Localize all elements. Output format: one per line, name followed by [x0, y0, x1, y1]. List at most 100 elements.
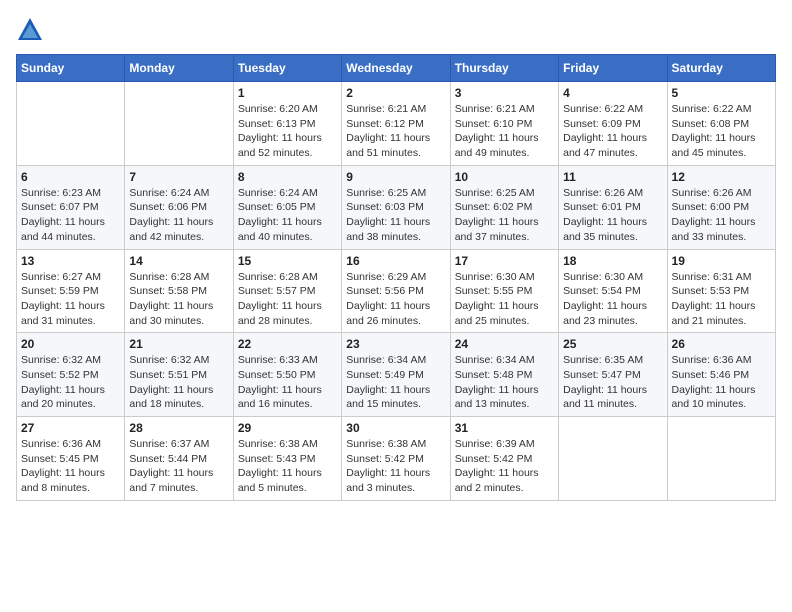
- day-number: 18: [563, 254, 662, 268]
- calendar-cell: 18Sunrise: 6:30 AMSunset: 5:54 PMDayligh…: [559, 249, 667, 333]
- day-info: Sunrise: 6:37 AMSunset: 5:44 PMDaylight:…: [129, 437, 228, 496]
- day-number: 16: [346, 254, 445, 268]
- page-header: [16, 16, 776, 44]
- calendar-cell: 1Sunrise: 6:20 AMSunset: 6:13 PMDaylight…: [233, 82, 341, 166]
- day-number: 15: [238, 254, 337, 268]
- day-number: 31: [455, 421, 554, 435]
- day-number: 27: [21, 421, 120, 435]
- calendar-cell: 17 Sunrise: 6:30 AMSunset: 5:55 PMDayligh…: [450, 249, 558, 333]
- day-number: 4: [563, 86, 662, 100]
- day-number: 6: [21, 170, 120, 184]
- day-number: 1: [238, 86, 337, 100]
- calendar-week-row: 1Sunrise: 6:20 AMSunset: 6:13 PMDaylight…: [17, 82, 776, 166]
- calendar-header-saturday: Saturday: [667, 55, 775, 82]
- calendar-cell: 29Sunrise: 6:38 AMSunset: 5:43 PMDayligh…: [233, 417, 341, 501]
- day-number: 2: [346, 86, 445, 100]
- calendar-cell: [125, 82, 233, 166]
- day-info: Sunrise: 6:24 AMSunset: 6:05 PMDaylight:…: [238, 186, 337, 245]
- calendar-cell: 2 Sunrise: 6:21 AMSunset: 6:12 PMDaylight…: [342, 82, 450, 166]
- day-info: Sunrise: 6:38 AMSunset: 5:42 PMDaylight:…: [346, 437, 445, 496]
- calendar-cell: 19 Sunrise: 6:31 AMSunset: 5:53 PMDayligh…: [667, 249, 775, 333]
- calendar-week-row: 6 Sunrise: 6:23 AMSunset: 6:07 PMDaylight…: [17, 165, 776, 249]
- logo: [16, 16, 48, 44]
- calendar-cell: 28 Sunrise: 6:37 AMSunset: 5:44 PMDayligh…: [125, 417, 233, 501]
- calendar-cell: 23 Sunrise: 6:34 AMSunset: 5:49 PMDayligh…: [342, 333, 450, 417]
- calendar-cell: 12 Sunrise: 6:26 AMSunset: 6:00 PMDayligh…: [667, 165, 775, 249]
- calendar-cell: 21 Sunrise: 6:32 AMSunset: 5:51 PMDayligh…: [125, 333, 233, 417]
- day-info: Sunrise: 6:22 AMSunset: 6:08 PMDaylight:…: [672, 102, 771, 161]
- day-info: Sunrise: 6:32 AMSunset: 5:51 PMDaylight:…: [129, 353, 228, 412]
- day-info: Sunrise: 6:23 AMSunset: 6:07 PMDaylight:…: [21, 186, 120, 245]
- day-number: 3: [455, 86, 554, 100]
- day-number: 11: [563, 170, 662, 184]
- day-number: 24: [455, 337, 554, 351]
- day-info: Sunrise: 6:28 AMSunset: 5:58 PMDaylight:…: [129, 270, 228, 329]
- logo-icon: [16, 16, 44, 44]
- calendar-header-friday: Friday: [559, 55, 667, 82]
- day-info: Sunrise: 6:36 AMSunset: 5:46 PMDaylight:…: [672, 353, 771, 412]
- calendar-week-row: 13 Sunrise: 6:27 AMSunset: 5:59 PMDayligh…: [17, 249, 776, 333]
- calendar-cell: 3 Sunrise: 6:21 AMSunset: 6:10 PMDaylight…: [450, 82, 558, 166]
- day-info: Sunrise: 6:32 AMSunset: 5:52 PMDaylight:…: [21, 353, 120, 412]
- calendar-cell: 22Sunrise: 6:33 AMSunset: 5:50 PMDayligh…: [233, 333, 341, 417]
- calendar-header-sunday: Sunday: [17, 55, 125, 82]
- day-number: 17: [455, 254, 554, 268]
- day-info: Sunrise: 6:26 AMSunset: 6:00 PMDaylight:…: [672, 186, 771, 245]
- day-info: Sunrise: 6:26 AMSunset: 6:01 PMDaylight:…: [563, 186, 662, 245]
- calendar-cell: [559, 417, 667, 501]
- day-info: Sunrise: 6:27 AMSunset: 5:59 PMDaylight:…: [21, 270, 120, 329]
- calendar-cell: 9 Sunrise: 6:25 AMSunset: 6:03 PMDaylight…: [342, 165, 450, 249]
- calendar-cell: 7Sunrise: 6:24 AMSunset: 6:06 PMDaylight…: [125, 165, 233, 249]
- day-number: 23: [346, 337, 445, 351]
- day-number: 12: [672, 170, 771, 184]
- calendar-cell: 30 Sunrise: 6:38 AMSunset: 5:42 PMDayligh…: [342, 417, 450, 501]
- day-number: 21: [129, 337, 228, 351]
- day-info: Sunrise: 6:22 AMSunset: 6:09 PMDaylight:…: [563, 102, 662, 161]
- day-number: 30: [346, 421, 445, 435]
- day-number: 10: [455, 170, 554, 184]
- calendar-cell: [17, 82, 125, 166]
- day-info: Sunrise: 6:38 AMSunset: 5:43 PMDaylight:…: [238, 437, 337, 496]
- calendar-cell: 13 Sunrise: 6:27 AMSunset: 5:59 PMDayligh…: [17, 249, 125, 333]
- day-info: Sunrise: 6:28 AMSunset: 5:57 PMDaylight:…: [238, 270, 337, 329]
- day-info: Sunrise: 6:34 AMSunset: 5:49 PMDaylight:…: [346, 353, 445, 412]
- calendar-cell: 25 Sunrise: 6:35 AMSunset: 5:47 PMDayligh…: [559, 333, 667, 417]
- day-info: Sunrise: 6:35 AMSunset: 5:47 PMDaylight:…: [563, 353, 662, 412]
- calendar-header-tuesday: Tuesday: [233, 55, 341, 82]
- day-info: Sunrise: 6:21 AMSunset: 6:12 PMDaylight:…: [346, 102, 445, 161]
- calendar-cell: 31Sunrise: 6:39 AMSunset: 5:42 PMDayligh…: [450, 417, 558, 501]
- calendar-cell: 11 Sunrise: 6:26 AMSunset: 6:01 PMDayligh…: [559, 165, 667, 249]
- day-info: Sunrise: 6:21 AMSunset: 6:10 PMDaylight:…: [455, 102, 554, 161]
- day-info: Sunrise: 6:36 AMSunset: 5:45 PMDaylight:…: [21, 437, 120, 496]
- calendar-header-wednesday: Wednesday: [342, 55, 450, 82]
- calendar-cell: 27 Sunrise: 6:36 AMSunset: 5:45 PMDayligh…: [17, 417, 125, 501]
- day-number: 9: [346, 170, 445, 184]
- calendar-header-thursday: Thursday: [450, 55, 558, 82]
- calendar-table: SundayMondayTuesdayWednesdayThursdayFrid…: [16, 54, 776, 501]
- calendar-cell: 16Sunrise: 6:29 AMSunset: 5:56 PMDayligh…: [342, 249, 450, 333]
- calendar-header-row: SundayMondayTuesdayWednesdayThursdayFrid…: [17, 55, 776, 82]
- calendar-cell: 20 Sunrise: 6:32 AMSunset: 5:52 PMDayligh…: [17, 333, 125, 417]
- day-number: 25: [563, 337, 662, 351]
- calendar-cell: 6 Sunrise: 6:23 AMSunset: 6:07 PMDaylight…: [17, 165, 125, 249]
- day-info: Sunrise: 6:25 AMSunset: 6:03 PMDaylight:…: [346, 186, 445, 245]
- calendar-cell: [667, 417, 775, 501]
- calendar-cell: 5Sunrise: 6:22 AMSunset: 6:08 PMDaylight…: [667, 82, 775, 166]
- calendar-cell: 14Sunrise: 6:28 AMSunset: 5:58 PMDayligh…: [125, 249, 233, 333]
- day-number: 19: [672, 254, 771, 268]
- day-info: Sunrise: 6:31 AMSunset: 5:53 PMDaylight:…: [672, 270, 771, 329]
- calendar-header-monday: Monday: [125, 55, 233, 82]
- day-number: 28: [129, 421, 228, 435]
- calendar-week-row: 20 Sunrise: 6:32 AMSunset: 5:52 PMDayligh…: [17, 333, 776, 417]
- day-number: 20: [21, 337, 120, 351]
- day-number: 26: [672, 337, 771, 351]
- calendar-cell: 4 Sunrise: 6:22 AMSunset: 6:09 PMDaylight…: [559, 82, 667, 166]
- day-info: Sunrise: 6:33 AMSunset: 5:50 PMDaylight:…: [238, 353, 337, 412]
- day-number: 8: [238, 170, 337, 184]
- day-number: 7: [129, 170, 228, 184]
- calendar-week-row: 27 Sunrise: 6:36 AMSunset: 5:45 PMDayligh…: [17, 417, 776, 501]
- day-number: 13: [21, 254, 120, 268]
- day-info: Sunrise: 6:30 AMSunset: 5:55 PMDaylight:…: [455, 270, 554, 329]
- calendar-cell: 24Sunrise: 6:34 AMSunset: 5:48 PMDayligh…: [450, 333, 558, 417]
- day-info: Sunrise: 6:25 AMSunset: 6:02 PMDaylight:…: [455, 186, 554, 245]
